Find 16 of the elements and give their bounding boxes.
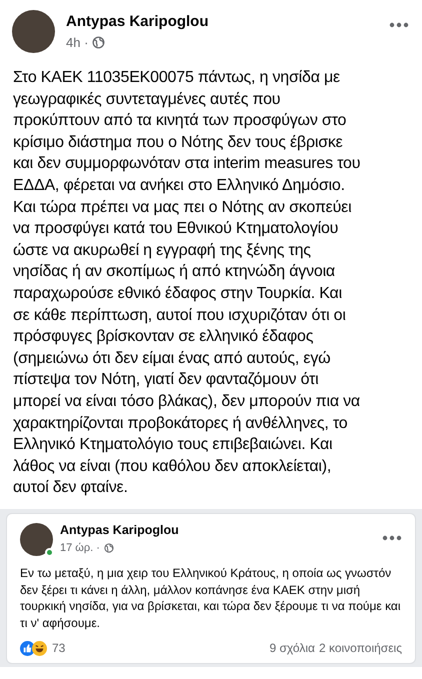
post-time[interactable]: 4h · [66,33,88,52]
author-name[interactable]: Antypas Karipoglou [66,12,209,31]
post-time[interactable]: 17 ώρ. · [60,540,100,556]
post-text: Στο ΚΑΕΚ 11035ΕΚ00075 πάντως, η νησίδα με γεωγραφικές συντεταγμένες αυτές που προκύπτουν από τα κινητά των προσφύγων στο κρίσιμο διάστημα που ο Νότης δεν τους έβρισκε και δεν συμμορφωνόταν στα interim measures του ΕΔΔΑ, φέρεται να ανήκει στο Ελληνικό Δημόσιο. Και τώρα πρέπει να μας πει ο Νότης αν σκοπεύει να προσφύγει κατά του Εθνικού Κτηματολογίου ώστε να ακυρωθεί η εγγραφή της ξένης της νησίδας ή αν σκοπίμως ή από κτηνώδη άγνοια παραχωρούσε εθνικό έδαφος στην Τουρκία. Και σε κάθε περίπτωση, αυτοί που ισχυριζόταν ότι οι πρόσφυγες βρίσκονταν σε ελληνικό έδαφος (σημειώνω ότι δεν είμαι ένας από αυτούς, εγώ πίστεψα τον Νότη, γιατί δεν φανταζόμουν ότι μπορεί να είναι τόσο βλάκας), δεν μπορούν πια να χαρακτηρίζονται προβοκάτορες ή ανθέλληνες, το Ελληνικό Κτηματολόγιο τους επιβεβαιώνει. Και λάθος να είναι (που καθόλου δεν αποκλείεται), αυτοί δεν φταίνε. [12,68,362,498]
share-count[interactable]: 2 κοινοποιήσεις [318,639,402,658]
avatar[interactable] [12,10,55,53]
globe-icon [92,36,106,50]
reaction-count[interactable]: 73 [52,639,66,658]
shared-post-text: Εν τω μεταξύ, η μια χειρ του Ελληνικού Κράτους, η οποία ως γνωστόν δεν ξέρει τι κάνει η άλλη, μάλλον κοπάνησε ένα ΚΑΕΚ στην μισή τουρκική νησίδα, για να βρίσκεται, και τώρα δεν ξέρουμε τι να πούμε και τι ν' αφήσουμε. [20,565,402,632]
globe-icon [104,543,114,554]
avatar[interactable] [20,522,53,556]
author-name[interactable]: Antypas Karipoglou [60,522,179,538]
comment-count[interactable]: 9 σχόλια [270,639,315,658]
more-options-icon[interactable] [382,534,402,541]
more-options-icon[interactable] [389,22,409,28]
laughing-reaction-icon [32,640,47,656]
